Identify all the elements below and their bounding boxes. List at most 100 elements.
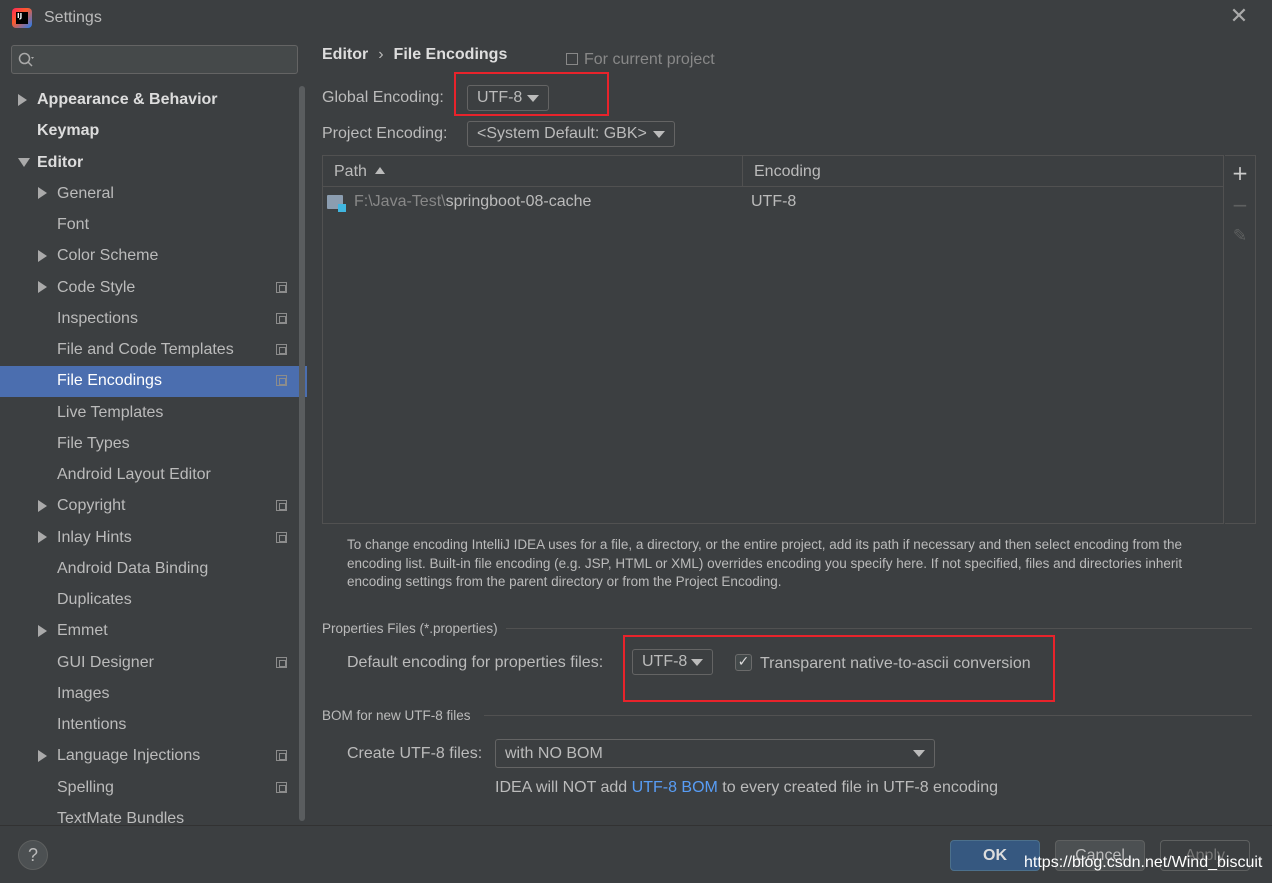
sidebar-item-file-encodings[interactable]: File Encodings	[57, 365, 162, 396]
scope-label: For current project	[584, 51, 715, 68]
sidebar-item-spelling[interactable]: Spelling	[57, 772, 114, 803]
sidebar-item-label: File Types	[57, 434, 130, 452]
title-bar	[0, 0, 1272, 36]
chevron-right-icon[interactable]	[38, 187, 47, 200]
bom-note-after: to every created file in UTF-8 encoding	[717, 779, 998, 796]
sidebar-item-label: Appearance & Behavior	[37, 91, 218, 108]
project-scope-icon	[276, 750, 287, 762]
sidebar-item-label: File Encodings	[57, 372, 162, 390]
sidebar-item-label: Keymap	[37, 122, 100, 140]
encoding-help-text: To change encoding IntelliJ IDEA uses fo…	[347, 537, 1183, 589]
sidebar-item-code-style[interactable]: Code Style	[57, 272, 135, 303]
sidebar-item-label: Android Data Binding	[57, 559, 209, 577]
project-encoding-value: <System Default: GBK>	[477, 125, 647, 142]
sidebar-item-label: Font	[57, 216, 90, 233]
properties-encoding-label: Default encoding for properties files:	[347, 654, 604, 671]
section-divider	[506, 628, 1252, 629]
sidebar-item-label: Language Injections	[57, 747, 201, 765]
sidebar-item-inlay-hints[interactable]: Inlay Hints	[57, 522, 132, 553]
bom-note: IDEA will NOT add UTF-8 BOM to every cre…	[495, 779, 998, 797]
sidebar-item-inspections[interactable]: Inspections	[57, 303, 138, 334]
project-scope-icon	[276, 531, 287, 543]
bom-value: with NO BOM	[505, 745, 603, 762]
chevron-down-icon	[913, 750, 925, 757]
sidebar-item-images[interactable]: Images	[57, 678, 109, 709]
chevron-right-icon[interactable]	[38, 749, 47, 762]
project-scope-icon	[276, 312, 287, 324]
module-badge-icon	[338, 204, 346, 212]
global-encoding-label: Global Encoding:	[322, 89, 444, 106]
search-input[interactable]	[11, 45, 298, 74]
chevron-down-icon[interactable]	[18, 157, 30, 167]
edit-icon[interactable]: ✎	[1230, 226, 1250, 246]
path-prefix: F:\Java-Test\	[354, 193, 446, 210]
sidebar-item-gui-designer[interactable]: GUI Designer	[57, 647, 154, 678]
properties-section-title: Properties Files (*.properties)	[322, 621, 498, 636]
sidebar-item-file-and-code-templates[interactable]: File and Code Templates	[57, 334, 234, 365]
sidebar-item-label: File and Code Templates	[57, 341, 234, 358]
sidebar-item-label: Emmet	[57, 622, 108, 640]
section-divider	[484, 715, 1252, 716]
sidebar-item-file-types[interactable]: File Types	[57, 428, 130, 459]
sidebar-item-duplicates[interactable]: Duplicates	[57, 584, 132, 615]
close-icon[interactable]: ✕	[1228, 6, 1250, 28]
sidebar-item-intentions[interactable]: Intentions	[57, 709, 126, 740]
project-scope-icon	[276, 281, 287, 293]
breadcrumb-parent[interactable]: Editor	[322, 46, 368, 63]
sidebar-item-label: Editor	[37, 153, 84, 171]
sidebar-item-emmet[interactable]: Emmet	[57, 615, 108, 646]
sidebar-item-copyright[interactable]: Copyright	[57, 490, 125, 521]
sidebar-item-label: Inlay Hints	[57, 528, 132, 546]
project-scope-icon	[566, 53, 578, 65]
chevron-right-icon[interactable]	[38, 281, 47, 293]
sidebar-item-android-data-binding[interactable]: Android Data Binding	[57, 553, 208, 584]
project-scope-icon	[276, 781, 287, 793]
sidebar-item-label: Color Scheme	[57, 247, 159, 265]
table-row[interactable]: F:\Java-Test\springboot-08-cache	[354, 193, 591, 211]
chevron-right-icon[interactable]	[38, 499, 47, 512]
column-header-encoding[interactable]: Encoding	[754, 163, 821, 181]
sidebar-item-label: Intentions	[57, 716, 127, 733]
sidebar-item-language-injections[interactable]: Language Injections	[57, 740, 200, 771]
chevron-right-icon[interactable]	[18, 93, 27, 106]
sidebar-scrollbar[interactable]	[299, 86, 305, 821]
sidebar-item-android-layout-editor[interactable]: Android Layout Editor	[57, 459, 211, 490]
chevron-right-icon[interactable]	[38, 249, 47, 262]
sidebar-item-label: GUI Designer	[57, 653, 154, 671]
project-encoding-combo[interactable]: <System Default: GBK>	[467, 121, 675, 147]
intellij-idea-icon: IJ	[12, 8, 32, 28]
chevron-right-icon[interactable]	[38, 624, 47, 637]
app-icon-text: IJ	[16, 12, 28, 24]
add-icon[interactable]: +	[1230, 161, 1250, 185]
sidebar-item-editor[interactable]: Editor	[37, 147, 83, 178]
chevron-down-icon	[653, 131, 665, 138]
sidebar-item-label: Android Layout Editor	[57, 466, 211, 483]
chevron-right-icon[interactable]	[38, 531, 47, 543]
bom-combo[interactable]: with NO BOM	[495, 739, 935, 768]
scope-note: For current project	[566, 51, 715, 69]
highlight-box-global	[454, 72, 609, 116]
remove-icon[interactable]: −	[1230, 193, 1250, 217]
project-encoding-label: Project Encoding:	[322, 125, 448, 142]
breadcrumb-current: File Encodings	[393, 46, 508, 63]
column-header-path[interactable]: Path	[334, 163, 367, 181]
sidebar-item-label: Spelling	[57, 778, 114, 796]
project-scope-icon	[276, 344, 287, 355]
window-title: Settings	[44, 9, 102, 26]
row-encoding[interactable]: UTF-8	[751, 193, 796, 211]
sidebar-item-font[interactable]: Font	[57, 209, 89, 240]
column-divider[interactable]	[742, 156, 743, 186]
sidebar-item-live-templates[interactable]: Live Templates	[57, 397, 163, 428]
sidebar-item-color-scheme[interactable]: Color Scheme	[57, 240, 158, 271]
sidebar-item-label: Copyright	[57, 497, 126, 515]
sidebar-item-general[interactable]: General	[57, 178, 114, 209]
bom-section-title: BOM for new UTF-8 files	[322, 708, 471, 723]
sidebar-item-appearance-behavior[interactable]: Appearance & Behavior	[37, 84, 218, 115]
sidebar-item-label: Images	[57, 684, 110, 702]
sidebar-item-keymap[interactable]: Keymap	[37, 115, 99, 146]
help-button[interactable]: ?	[18, 840, 48, 870]
search-icon	[18, 52, 34, 67]
utf8-bom-link[interactable]: UTF-8 BOM	[632, 779, 718, 796]
sidebar-item-label: General	[57, 184, 114, 202]
sidebar-item-label: Inspections	[57, 309, 138, 327]
